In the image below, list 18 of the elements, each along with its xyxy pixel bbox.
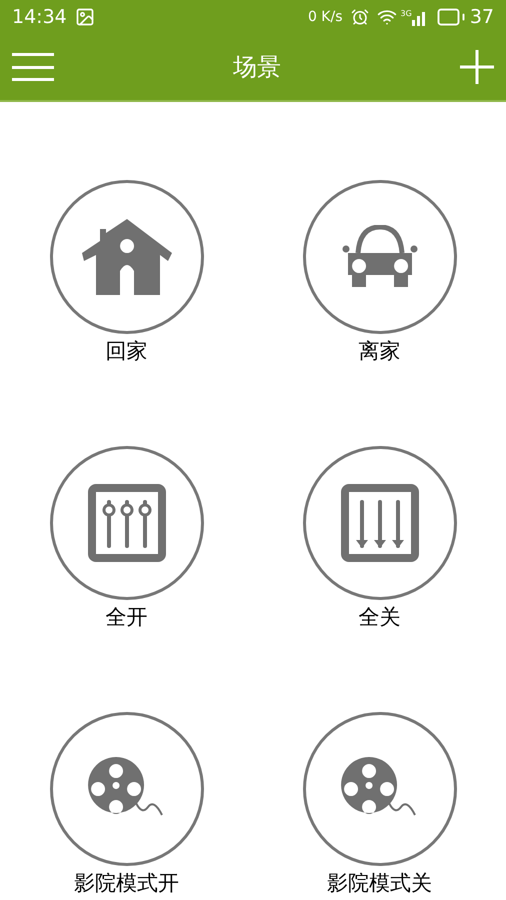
network-speed: 0 K/s	[308, 8, 343, 26]
image-icon	[74, 7, 95, 27]
scene-label: 全关	[358, 604, 400, 631]
scene-label: 全开	[106, 604, 148, 631]
network-type: 3G	[400, 8, 412, 20]
add-button[interactable]	[460, 50, 494, 84]
clock: 14:34	[12, 4, 67, 30]
house-icon	[82, 219, 172, 295]
sliders-icon	[88, 484, 166, 562]
car-icon	[342, 225, 418, 289]
alarm-icon	[350, 8, 369, 26]
scene-label: 离家	[358, 338, 400, 365]
scene-label: 回家	[106, 338, 148, 365]
screen-title: 场景	[233, 52, 281, 83]
sliders-icon	[340, 484, 418, 562]
scene-label: 影院模式开	[74, 870, 179, 897]
battery-level: 37	[470, 4, 494, 30]
scene-label: 影院模式关	[327, 870, 432, 897]
